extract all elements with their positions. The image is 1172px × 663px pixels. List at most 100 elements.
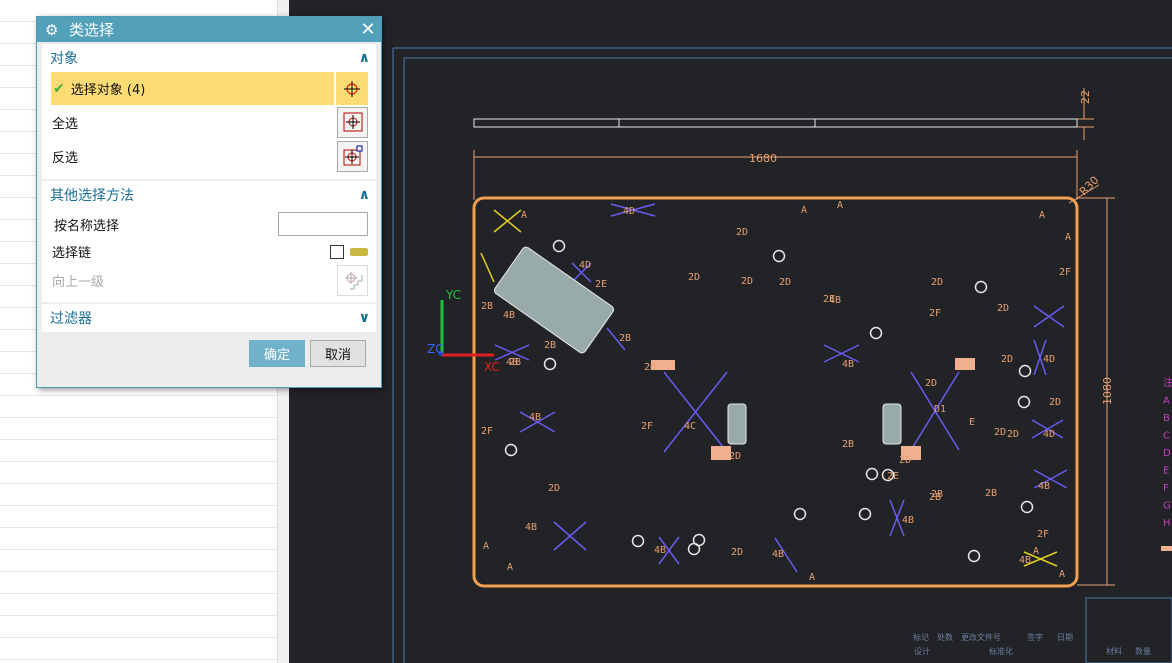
graphics-viewport[interactable]: 1680 1080 22 R30 A 4D 2D A A A A 4D 2E 2D 2D 2D 2E 2D… — [289, 0, 1172, 663]
feature-label: 4D — [1043, 429, 1055, 440]
select-objects-button[interactable] — [334, 72, 368, 105]
titleblock-label: 标记 — [913, 632, 929, 642]
hole — [631, 534, 645, 548]
invert-selection-icon — [343, 145, 362, 166]
plate-outline[interactable] — [472, 196, 1079, 588]
navigator-row[interactable] — [0, 550, 277, 572]
navigator-row[interactable] — [0, 506, 277, 528]
select-all-row: 全选 — [42, 105, 376, 139]
chevron-down-icon[interactable]: ∨ — [359, 310, 370, 326]
navigator-row[interactable] — [0, 396, 277, 418]
chain-settings-icon[interactable] — [350, 247, 368, 256]
feature-label: A — [1065, 232, 1071, 243]
navigator-row[interactable] — [0, 462, 277, 484]
note-label: F — [1163, 483, 1169, 494]
objects-section-header[interactable]: 对象 ∧ — [42, 44, 376, 72]
hole — [869, 326, 883, 340]
cancel-button[interactable]: 取消 — [310, 340, 366, 367]
feature-label: 2D — [925, 378, 937, 389]
feature-label: 2D — [899, 455, 911, 466]
navigator-row[interactable] — [0, 528, 277, 550]
feature-label: 2B — [544, 340, 556, 351]
section-title: 对象 — [50, 51, 78, 67]
feature-label: D1 — [934, 404, 946, 415]
feature-label: 4D — [1043, 354, 1055, 365]
feature-label: 2D — [779, 277, 791, 288]
legend-swatch — [1161, 546, 1172, 551]
dim-radius: R30 — [1077, 174, 1101, 198]
dialog-titlebar[interactable]: ⚙ 类选择 ✕ — [37, 17, 381, 42]
filter-header[interactable]: 过滤器 ∨ — [42, 304, 376, 332]
feature-label: 2F — [1037, 529, 1049, 540]
titleblock-label: 更改文件号 — [961, 632, 1001, 642]
dialog-title: 类选择 — [69, 21, 115, 39]
other-methods-header[interactable]: 其他选择方法 ∧ — [42, 181, 376, 209]
navigator-row[interactable] — [0, 418, 277, 440]
chevron-up-icon[interactable]: ∧ — [359, 187, 370, 203]
feature-label: A — [483, 541, 489, 552]
feature-label: 4D — [579, 260, 591, 271]
feature-label: 2B — [985, 488, 997, 499]
by-name-input[interactable] — [278, 212, 368, 236]
select-chain-checkbox[interactable] — [330, 244, 344, 259]
checkmark-icon: ✔ — [53, 80, 65, 97]
navigator-row[interactable] — [0, 440, 277, 462]
feature-label: A — [521, 210, 527, 221]
up-level-row: 向上一级 — [42, 264, 376, 296]
hole — [504, 443, 518, 457]
titleblock-label: 签字 — [1027, 632, 1043, 642]
note-label: C — [1163, 431, 1170, 442]
navigator-row[interactable] — [0, 572, 277, 594]
chevron-up-icon[interactable]: ∧ — [359, 50, 370, 66]
select-objects-row[interactable]: ✔ 选择对象 (4) — [51, 72, 368, 105]
note-label: D — [1163, 448, 1171, 459]
feature-label: 2D — [548, 483, 560, 494]
feature-label: 4B — [529, 412, 541, 423]
pocket-outline — [493, 246, 615, 354]
up-level-icon — [344, 272, 362, 290]
titleblock-label: 材料 — [1106, 646, 1122, 656]
select-all-button[interactable] — [337, 106, 368, 138]
by-name-row: 按名称选择 — [42, 209, 376, 239]
note-label: 注 — [1163, 376, 1172, 389]
axis-yc: YC — [445, 288, 461, 302]
feature-label: A — [837, 200, 843, 211]
class-selection-dialog: ⚙ 类选择 ✕ 对象 ∧ ✔ 选择对象 (4) 全选 反选 其他选择方法 ∧ 按… — [36, 16, 382, 388]
ok-button[interactable]: 确定 — [249, 340, 305, 367]
hole — [967, 549, 981, 563]
feature-label: A — [1039, 210, 1045, 221]
note-label: E — [1163, 466, 1169, 477]
feature-label: 4B — [842, 359, 854, 370]
feature-label: 2D — [729, 451, 741, 462]
section-title: 过滤器 — [50, 311, 92, 327]
feature-label: 2B — [481, 301, 493, 312]
navigator-row[interactable] — [0, 616, 277, 638]
navigator-row[interactable] — [0, 484, 277, 506]
navigator-row[interactable] — [0, 638, 277, 660]
feature-label: 4B — [654, 545, 666, 556]
feature-label: 2E — [595, 279, 607, 290]
objects-section: 对象 ∧ ✔ 选择对象 (4) 全选 反选 — [42, 44, 376, 179]
close-icon[interactable]: ✕ — [355, 19, 381, 40]
feature-label: 2D — [644, 362, 656, 373]
feature-label: 2D — [931, 277, 943, 288]
select-chain-row: 选择链 — [42, 239, 376, 264]
feature-label: 2D — [741, 276, 753, 287]
navigator-row[interactable] — [0, 594, 277, 616]
dim-top: 22 — [1079, 90, 1092, 104]
note-label: H — [1163, 518, 1171, 529]
feature-label: 2D — [736, 227, 748, 238]
hole — [552, 239, 566, 253]
invert-selection-button[interactable] — [337, 140, 368, 172]
slot — [882, 403, 902, 445]
titleblock-label: 日期 — [1057, 633, 1073, 642]
feature-label: A — [507, 562, 513, 573]
slot — [727, 403, 747, 445]
axis-xc: XC — [484, 360, 500, 374]
up-level-button[interactable] — [337, 264, 368, 296]
feature-label: 4B — [503, 310, 515, 321]
note-label: G — [1163, 501, 1171, 512]
titleblock-label: 标准化 — [989, 646, 1013, 656]
feature-label: 2D — [688, 272, 700, 283]
feature-label: 2F — [641, 421, 653, 432]
